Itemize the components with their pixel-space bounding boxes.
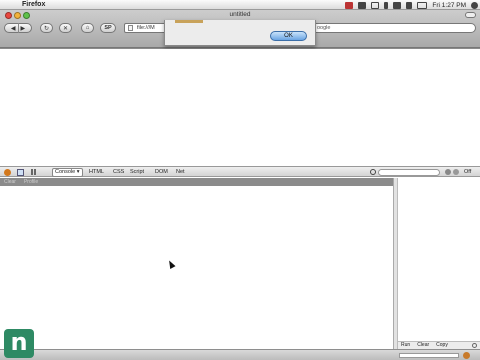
tab-console[interactable]: Console ▾ [52, 168, 83, 177]
console-clear-button[interactable]: Clear [4, 178, 16, 186]
reload-button[interactable]: ↻ [40, 23, 53, 33]
search-icon [370, 169, 376, 175]
tab-net[interactable]: Net [176, 169, 185, 175]
gear-icon[interactable] [472, 343, 477, 348]
status-bar [0, 349, 480, 360]
tab-dom[interactable]: DOM [155, 169, 168, 175]
back-icon[interactable]: ◀ [11, 25, 16, 32]
command-editor-panel[interactable] [398, 178, 480, 341]
minimize-icon[interactable] [445, 169, 451, 175]
reload-icon: ↻ [43, 25, 50, 32]
window-zoom-button[interactable] [23, 12, 30, 19]
page-content [0, 49, 480, 166]
status-menu-icon[interactable] [345, 1, 354, 9]
alert-app-icon [175, 20, 203, 23]
back-forward-buttons: ◀ ▶ [4, 23, 32, 33]
url-text: file:///M [137, 25, 155, 31]
tab-html[interactable]: HTML [89, 169, 104, 175]
home-icon: ⌂ [85, 25, 90, 31]
close-icon[interactable] [453, 169, 459, 175]
time-machine-icon[interactable] [371, 1, 380, 9]
volume-icon[interactable] [406, 1, 413, 9]
menubar-clock[interactable]: Fri 1:27 PM [432, 2, 466, 9]
window-title: untitled [229, 11, 251, 18]
toolbar-toggle-button[interactable] [465, 12, 476, 18]
tab-script[interactable]: Script [130, 169, 144, 175]
menu-extras: Fri 1:27 PM [345, 0, 478, 10]
copy-button[interactable]: Copy [436, 342, 448, 349]
inspect-icon[interactable] [17, 169, 24, 176]
spotlight-search-icon[interactable] [471, 1, 478, 9]
alert-dialog: OK [164, 20, 316, 46]
tab-css[interactable]: CSS [113, 169, 124, 175]
stop-button[interactable]: ✕ [59, 23, 72, 33]
mac-menu-bar: Firefox Fri 1:27 PM [0, 0, 480, 10]
bluetooth-icon[interactable] [384, 1, 389, 9]
firebug-toolbar: Console ▾ HTML CSS Script DOM Net Off [0, 166, 480, 177]
app-menu-firefox[interactable]: Firefox [22, 1, 45, 8]
window-close-button[interactable] [5, 12, 12, 19]
console-output-panel[interactable] [0, 186, 393, 349]
brand-logo: n [4, 329, 34, 358]
forward-icon[interactable]: ▶ [21, 25, 26, 32]
window-minimize-button[interactable] [14, 12, 21, 19]
search-bar[interactable]: oogle [306, 23, 476, 33]
run-button[interactable]: Run [401, 342, 410, 349]
firebug-icon[interactable] [4, 169, 11, 176]
nav-divider [17, 23, 19, 33]
console-subtoolbar: Clear Profile [0, 178, 393, 186]
command-editor-toolbar: Run Clear Copy [398, 341, 480, 349]
sp-button[interactable]: SP [100, 23, 116, 33]
status-progress-field [399, 353, 459, 358]
display-menu-icon[interactable] [358, 1, 367, 9]
wifi-icon[interactable] [393, 1, 402, 9]
firebug-status-icon[interactable] [463, 352, 470, 359]
firebug-off-button[interactable]: Off [464, 169, 471, 175]
battery-icon[interactable] [417, 1, 428, 9]
home-button[interactable]: ⌂ [81, 23, 94, 33]
ok-button[interactable]: OK [270, 31, 307, 41]
clear-button[interactable]: Clear [417, 342, 429, 349]
stop-icon: ✕ [62, 25, 69, 32]
page-icon [128, 25, 133, 31]
console-profile-button[interactable]: Profile [24, 178, 38, 186]
pause-icon[interactable] [31, 169, 38, 176]
firebug-search-input[interactable] [378, 169, 440, 176]
